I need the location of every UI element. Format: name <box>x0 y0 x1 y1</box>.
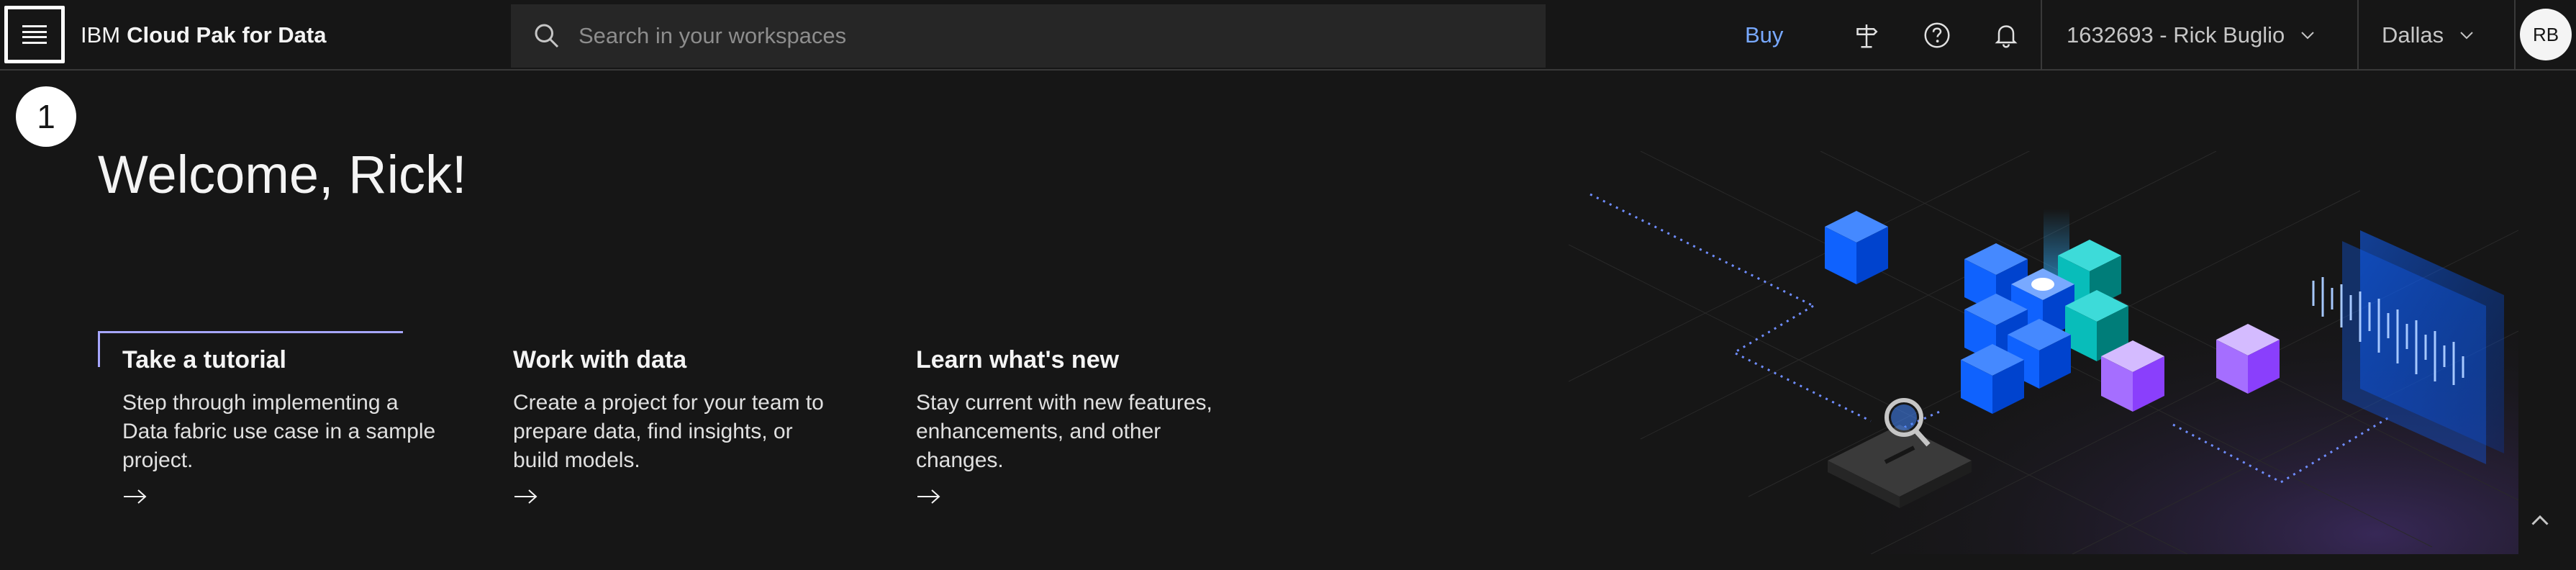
card-description: Stay current with new features, enhancem… <box>916 391 1212 472</box>
chevron-down-icon <box>2460 32 2473 40</box>
brand-prefix: IBM <box>81 22 121 48</box>
header-divider <box>2357 0 2359 71</box>
brand-product: Cloud Pak for Data <box>127 22 327 48</box>
region-label: Dallas <box>2382 22 2444 48</box>
arrow-right-icon[interactable] <box>513 488 539 505</box>
card-title: Learn what's new <box>916 346 1120 374</box>
header-divider <box>2041 0 2042 71</box>
card-description: Step through implementing a Data fabric … <box>122 391 436 472</box>
chevron-down-icon <box>2301 32 2315 40</box>
page-title: Welcome, Rick! <box>98 145 467 204</box>
notification-icon[interactable] <box>1989 18 2023 53</box>
avatar[interactable]: RB <box>2520 9 2572 60</box>
arrow-right-icon[interactable] <box>122 488 148 505</box>
arrow-right-icon[interactable] <box>916 488 942 505</box>
account-label: 1632693 - Rick Buglio <box>2067 22 2285 48</box>
card-learn-whats-new[interactable]: Learn what's new Stay current with new f… <box>916 331 1233 505</box>
card-description: Create a project for your team to prepar… <box>513 391 824 472</box>
step-badge: 1 <box>16 86 76 147</box>
search-icon <box>535 24 559 48</box>
data-fabric-illustration <box>1569 151 2518 554</box>
menu-icon <box>22 25 47 44</box>
buy-link[interactable]: Buy <box>1745 0 1783 71</box>
region-switcher[interactable]: Dallas <box>2382 0 2475 71</box>
top-header: IBM Cloud Pak for Data Buy 1632693 - R <box>0 0 2576 71</box>
header-divider <box>2514 0 2516 71</box>
signpost-icon[interactable] <box>1849 18 1884 53</box>
product-brand[interactable]: IBM Cloud Pak for Data <box>81 0 326 71</box>
search-bar[interactable] <box>511 4 1546 68</box>
search-input[interactable] <box>577 22 1443 50</box>
menu-button[interactable] <box>4 6 65 63</box>
chevron-up-icon[interactable] <box>2527 508 2553 534</box>
account-switcher[interactable]: 1632693 - Rick Buglio <box>2067 0 2316 71</box>
card-title: Work with data <box>513 346 687 374</box>
help-icon[interactable] <box>1920 18 1954 53</box>
card-take-tutorial[interactable]: Take a tutorial Step through implementin… <box>122 331 439 505</box>
card-title: Take a tutorial <box>122 346 286 374</box>
card-work-with-data[interactable]: Work with data Create a project for your… <box>513 331 830 505</box>
